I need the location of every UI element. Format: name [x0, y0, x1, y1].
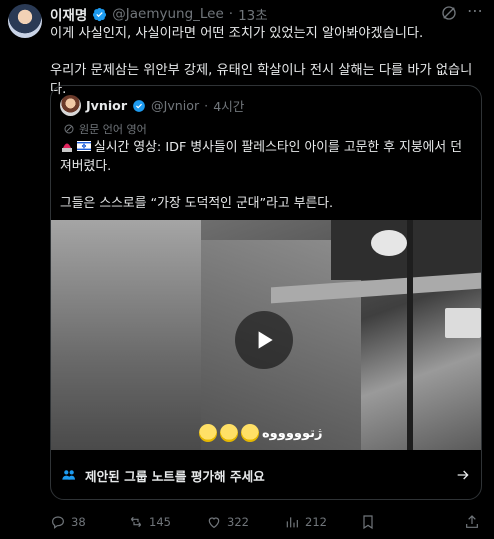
like-count: 322 — [227, 515, 249, 529]
tweet-text-line-1: 이게 사실인지, 사실이라면 어떤 조치가 있었는지 알아봐야겠습니다. — [50, 26, 424, 41]
quote-text-line-1: 실시간 영상: IDF 병사들이 팔레스타인 아이를 고문한 후 지붕에서 던져… — [60, 140, 463, 174]
laughing-emoji-icon — [241, 424, 259, 442]
arrow-right-icon — [457, 470, 469, 480]
verified-badge-icon — [93, 7, 107, 21]
quote-body: 실시간 영상: IDF 병사들이 팔레스타인 아이를 고문한 후 지붕에서 던져… — [60, 138, 471, 213]
quote-header: Jvnior @Jvnior · 4시간 — [60, 95, 244, 116]
community-notes-label: 제안된 그룹 노트를 평가해 주세요 — [85, 468, 265, 484]
repost-button[interactable]: 145 — [128, 514, 171, 530]
video-caption-text: ژتوووووه — [262, 425, 323, 441]
reply-icon — [52, 516, 64, 529]
like-button[interactable]: 322 — [206, 514, 249, 530]
quote-author-name[interactable]: Jvnior — [86, 98, 127, 113]
view-count: 212 — [305, 515, 327, 529]
share-button[interactable] — [464, 514, 480, 530]
author-avatar[interactable] — [8, 4, 42, 38]
video-frame-wall-left — [51, 220, 201, 450]
video-frame-dark-area — [331, 220, 481, 280]
repost-count: 145 — [149, 515, 171, 529]
siren-icon — [62, 143, 72, 152]
play-icon — [258, 331, 273, 349]
views-button[interactable]: 212 — [284, 514, 327, 530]
play-button[interactable] — [235, 311, 293, 369]
author-handle[interactable]: @Jaemyung_Lee — [112, 6, 224, 22]
author-name[interactable]: 이재명 — [50, 4, 87, 24]
more-options-icon[interactable]: ⋯ — [464, 2, 486, 22]
reply-count: 38 — [71, 515, 86, 529]
translation-note: 원문 언어 영어 — [63, 121, 147, 137]
video-player[interactable]: ژتوووووه — [51, 220, 481, 450]
israel-flag-icon — [77, 141, 91, 151]
share-icon — [466, 515, 478, 528]
repost-icon — [130, 516, 142, 528]
community-users-icon — [62, 470, 75, 480]
community-notes-prompt[interactable]: 제안된 그룹 노트를 평가해 주세요 — [51, 450, 481, 499]
quote-time[interactable]: 4시간 — [213, 96, 244, 115]
grok-icon[interactable] — [440, 4, 458, 22]
video-frame-pole — [407, 220, 413, 450]
bookmark-icon — [363, 515, 373, 530]
quote-author-handle[interactable]: @Jvnior — [151, 98, 199, 113]
video-frame-ac-unit — [445, 308, 481, 338]
reply-button[interactable]: 38 — [50, 514, 86, 530]
action-bar: 38 145 322 212 — [50, 511, 482, 533]
tweet: 이재명 @Jaemyung_Lee · 13초 ⋯ 이게 사실인지, 사실이라면… — [0, 0, 494, 539]
header-separator: · — [228, 6, 234, 22]
quoted-tweet[interactable]: Jvnior @Jvnior · 4시간 원문 언어 영어 실시간 영상: ID… — [50, 85, 482, 500]
quote-text-line-2: 그들은 스스로를 “가장 도덕적인 군대”라고 부른다. — [60, 196, 334, 211]
tweet-header: 이재명 @Jaemyung_Lee · 13초 — [50, 4, 484, 24]
heart-icon — [208, 517, 220, 529]
bookmark-button[interactable] — [360, 514, 376, 530]
video-caption-overlay: ژتوووووه — [199, 424, 323, 442]
tweet-time[interactable]: 13초 — [238, 4, 268, 24]
views-chart-icon — [286, 517, 298, 528]
quote-separator: · — [204, 98, 209, 113]
translate-icon — [64, 124, 74, 134]
laughing-emoji-icon — [220, 424, 238, 442]
quote-avatar[interactable] — [60, 95, 81, 116]
laughing-emoji-icon — [199, 424, 217, 442]
video-frame-water-tank — [371, 230, 407, 256]
quote-verified-badge-icon — [133, 99, 145, 112]
translation-note-label: 원문 언어 영어 — [79, 123, 147, 136]
